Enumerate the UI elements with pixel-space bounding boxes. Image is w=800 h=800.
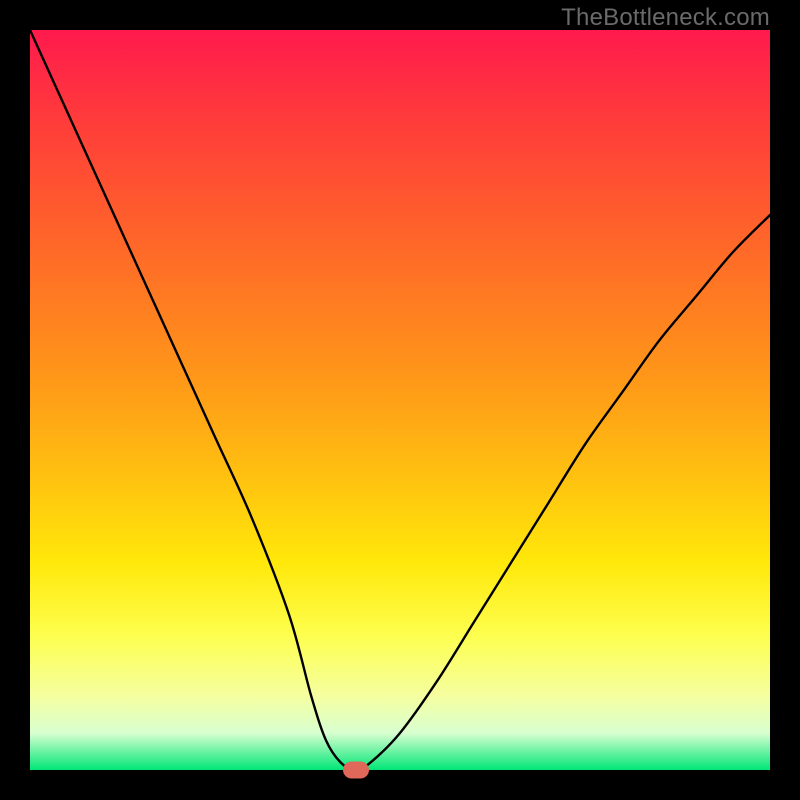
watermark-text: TheBottleneck.com — [561, 4, 770, 32]
optimum-marker — [343, 762, 369, 779]
chart-frame: TheBottleneck.com — [0, 0, 800, 800]
bottleneck-curve — [30, 30, 770, 770]
curve-svg — [30, 30, 770, 770]
plot-area — [30, 30, 770, 770]
